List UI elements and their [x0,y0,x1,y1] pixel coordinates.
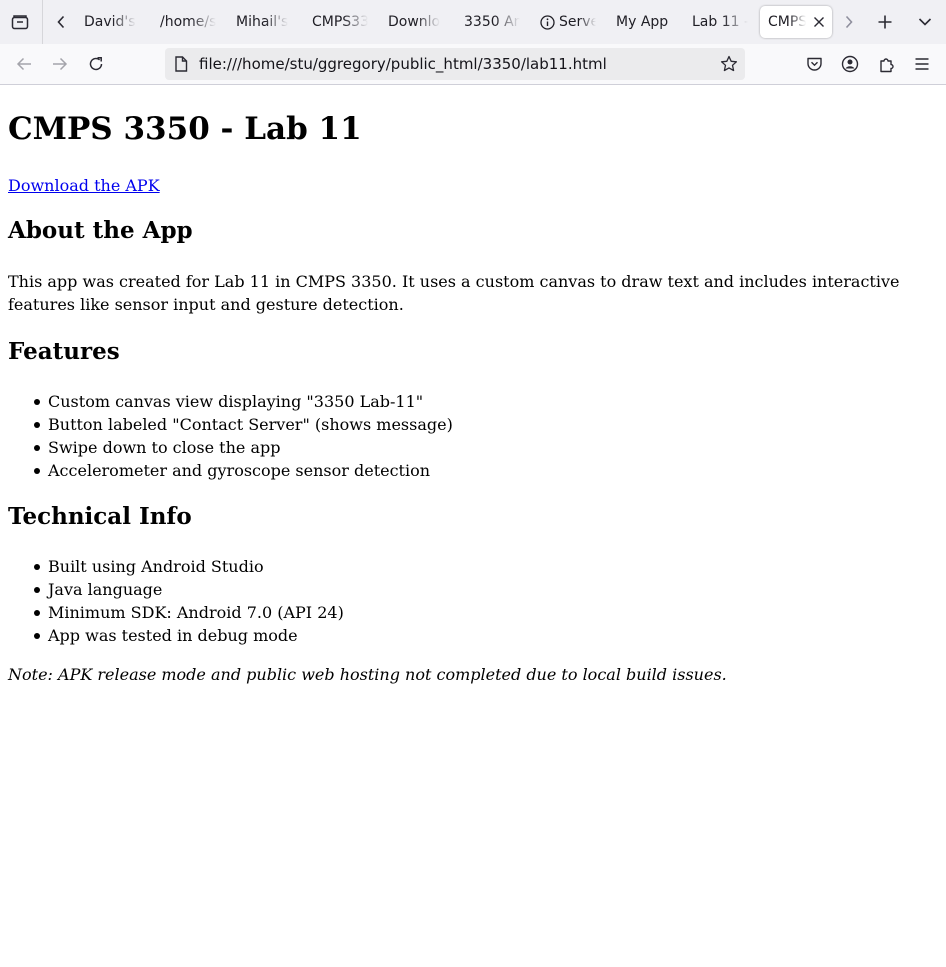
url-bar[interactable]: file:///home/stu/ggregory/public_html/33… [165,48,745,80]
tab-my-app[interactable]: My App [616,6,678,38]
tab-cmps3350[interactable]: CMPS33 [312,6,368,38]
tab-home[interactable]: /home/s [160,6,216,38]
tab-label: Downlo [388,14,441,30]
new-tab-icon[interactable] [875,12,895,32]
tab-lab11[interactable]: Lab 11 - [692,6,748,38]
technical-info-heading: Technical Info [8,503,192,530]
download-apk-link[interactable]: Download the APK [8,174,160,197]
tab-label: 3350 An [464,14,520,30]
tab-cmps-active[interactable]: CMPS [760,6,832,38]
navigation-toolbar: file:///home/stu/ggregory/public_html/33… [0,44,946,85]
about-heading: About the App [8,217,193,244]
forward-arrow-icon[interactable] [50,54,70,74]
reload-icon[interactable] [86,54,106,74]
tab-separator [42,0,43,44]
firefox-view-icon[interactable] [9,12,31,32]
page-title: CMPS 3350 - Lab 11 [8,111,362,147]
pocket-icon[interactable] [804,54,824,74]
close-tab-icon[interactable] [812,15,826,29]
back-arrow-icon[interactable] [14,54,34,74]
list-item: Built using Android Studio [34,555,344,578]
tab-davids[interactable]: David's [84,6,138,38]
list-item: Accelerometer and gyroscope sensor detec… [34,459,453,482]
list-item: Java language [34,578,344,601]
technical-info-list: Built using Android Studio Java language… [34,555,344,647]
bookmark-star-icon[interactable] [720,55,738,77]
tab-label: My App [616,14,669,30]
scroll-tabs-right-icon[interactable] [840,12,858,32]
list-item: Button labeled "Contact Server" (shows m… [34,415,453,434]
list-item: App was tested in debug mode [34,624,344,647]
extensions-icon[interactable] [876,54,896,74]
list-item: Minimum SDK: Android 7.0 (API 24) [34,603,344,622]
tab-label: CMPS33 [312,14,368,30]
tab-server[interactable]: Serve [540,6,596,38]
info-icon [540,14,555,30]
features-heading: Features [8,338,120,365]
tab-3350-android[interactable]: 3350 An [464,6,520,38]
tab-downloads[interactable]: Downlo [388,6,444,38]
scroll-tabs-left-icon[interactable] [52,12,70,32]
features-list: Custom canvas view displaying "3350 Lab-… [34,390,453,482]
tab-label: Lab 11 - [692,14,748,30]
tab-label: David's [84,14,136,30]
url-text[interactable]: file:///home/stu/ggregory/public_html/33… [199,55,607,73]
page-file-icon [174,56,188,76]
tab-label: Serve [559,14,596,30]
tab-strip: David's /home/s Mihail's CMPS33 Downlo 3… [0,0,946,44]
note-text: Note: APK release mode and public web ho… [8,665,727,684]
tab-mihails[interactable]: Mihail's [236,6,292,38]
tab-label: /home/s [160,14,216,30]
menu-hamburger-icon[interactable] [912,54,932,74]
tab-label: Mihail's [236,14,289,30]
list-item: Swipe down to close the app [34,436,453,459]
list-all-tabs-icon[interactable] [915,12,935,32]
tab-label: CMPS [768,14,806,30]
list-item: Custom canvas view displaying "3350 Lab-… [34,390,453,413]
about-paragraph: This app was created for Lab 11 in CMPS … [8,272,900,314]
account-icon[interactable] [840,54,860,74]
